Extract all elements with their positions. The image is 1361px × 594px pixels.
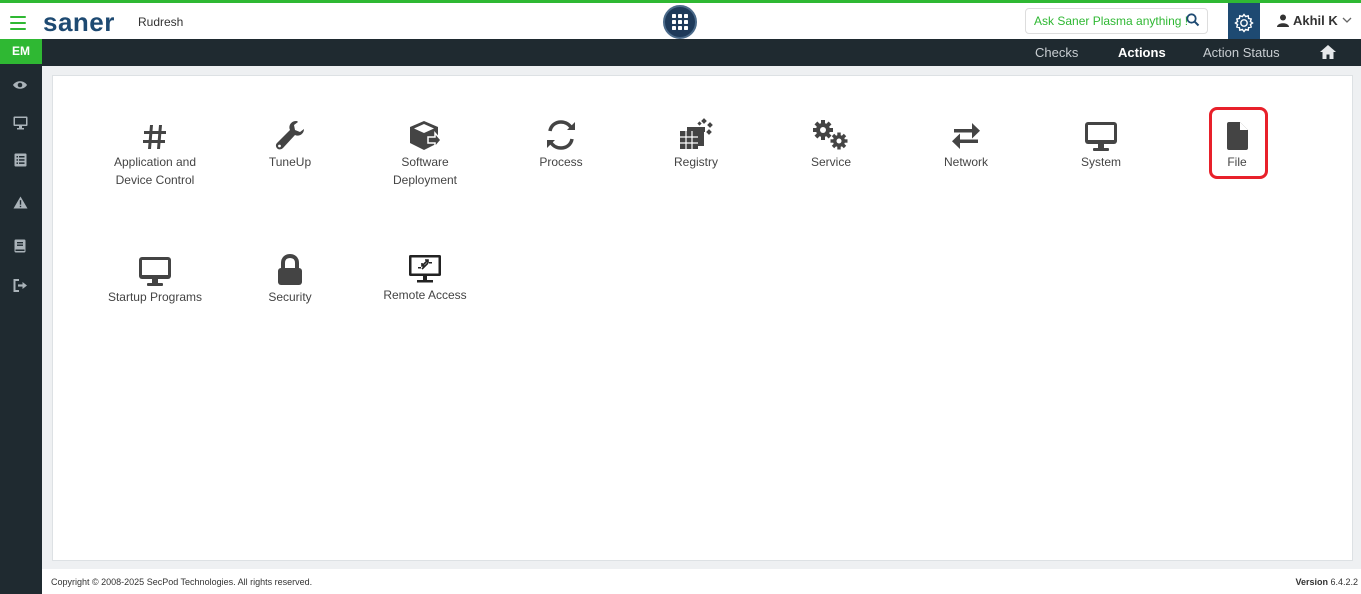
version-number: 6.4.2.2 (1330, 577, 1358, 587)
tile-label: File (1227, 155, 1247, 169)
eye-icon[interactable] (11, 76, 29, 94)
menu-icon[interactable] (10, 16, 26, 30)
tile-label: Registry (673, 155, 718, 169)
ask-saner-input[interactable]: Ask Saner Plasma anything ! (1025, 8, 1208, 34)
tile-software-deployment[interactable]: Software Deployment (365, 113, 485, 189)
lock-icon (278, 254, 302, 285)
tile-security[interactable]: Security (230, 248, 350, 306)
tile-label: Security (268, 290, 312, 304)
file-icon (1227, 122, 1248, 150)
tile-tuneup[interactable]: TuneUp (230, 113, 350, 171)
tile-system[interactable]: System (1041, 113, 1161, 171)
tile-label: System (1080, 155, 1121, 169)
warning-icon[interactable] (11, 193, 29, 211)
desktop-icon (1085, 122, 1117, 151)
logout-icon[interactable] (11, 276, 29, 294)
user-menu[interactable]: Akhil K (1277, 13, 1352, 28)
settings-button[interactable] (1228, 3, 1260, 42)
ask-placeholder: Ask Saner Plasma anything ! (1034, 14, 1189, 28)
tile-network[interactable]: Network (906, 113, 1026, 171)
version-label: Version (1295, 577, 1328, 587)
remote-desktop-icon (409, 255, 441, 283)
chevron-down-icon (1342, 17, 1352, 23)
home-icon[interactable] (1319, 44, 1337, 60)
tile-application-device-control[interactable]: Application and Device Control (95, 113, 215, 189)
tile-label: Device Control (115, 173, 195, 187)
tile-label: Process (539, 155, 583, 169)
gear-icon (1234, 12, 1254, 33)
monitor-icon[interactable] (11, 114, 29, 132)
tile-label: Software (401, 155, 449, 169)
tile-label: Deployment (392, 173, 458, 187)
tile-label: Startup Programs (107, 290, 203, 304)
tile-label: Remote Access (383, 288, 467, 302)
tile-label: TuneUp (268, 155, 312, 169)
box-icon (410, 121, 442, 150)
book-icon[interactable] (11, 237, 29, 255)
footer: Copyright © 2008-2025 SecPod Technologie… (42, 569, 1361, 594)
tile-service[interactable]: Service (771, 113, 891, 171)
apps-grid-button[interactable] (663, 5, 697, 39)
gears-icon (813, 120, 848, 150)
tile-startup-programs[interactable]: Startup Programs (95, 248, 215, 306)
tile-label: Application and (113, 155, 197, 169)
version-text: Version 6.4.2.2 (1295, 577, 1358, 587)
tile-label: Network (943, 155, 988, 169)
top-header: saner Rudresh Ask Saner Plasma anything … (0, 0, 1361, 42)
exchange-icon (952, 123, 980, 149)
saner-logo[interactable]: saner (43, 7, 115, 38)
user-name: Akhil K (1293, 13, 1338, 28)
refresh-icon (547, 120, 575, 150)
nav-action-status[interactable]: Action Status (1203, 45, 1280, 60)
organization-name: Rudresh (138, 15, 184, 29)
grid-icon (672, 14, 688, 30)
em-badge[interactable]: EM (0, 39, 42, 64)
nav-actions[interactable]: Actions (1118, 45, 1166, 60)
wrench-icon (275, 121, 304, 150)
nav-checks[interactable]: Checks (1035, 45, 1078, 60)
cubes-icon (680, 118, 713, 149)
search-icon[interactable] (1186, 13, 1200, 27)
sidebar: EM (0, 39, 42, 594)
user-icon (1277, 14, 1289, 27)
tile-registry[interactable]: Registry (636, 113, 756, 171)
copyright-text: Copyright © 2008-2025 SecPod Technologie… (51, 577, 313, 587)
desktop-icon (139, 257, 171, 286)
hash-icon (143, 125, 166, 149)
action-navbar: Checks Actions Action Status (0, 39, 1361, 66)
actions-panel: Application and Device Control TuneUp Sof… (52, 75, 1353, 561)
tile-label: Service (810, 155, 851, 169)
tile-remote-access[interactable]: Remote Access (365, 248, 485, 304)
list-icon[interactable] (11, 151, 29, 169)
tile-file[interactable]: File (1177, 113, 1297, 171)
tile-process[interactable]: Process (501, 113, 621, 171)
